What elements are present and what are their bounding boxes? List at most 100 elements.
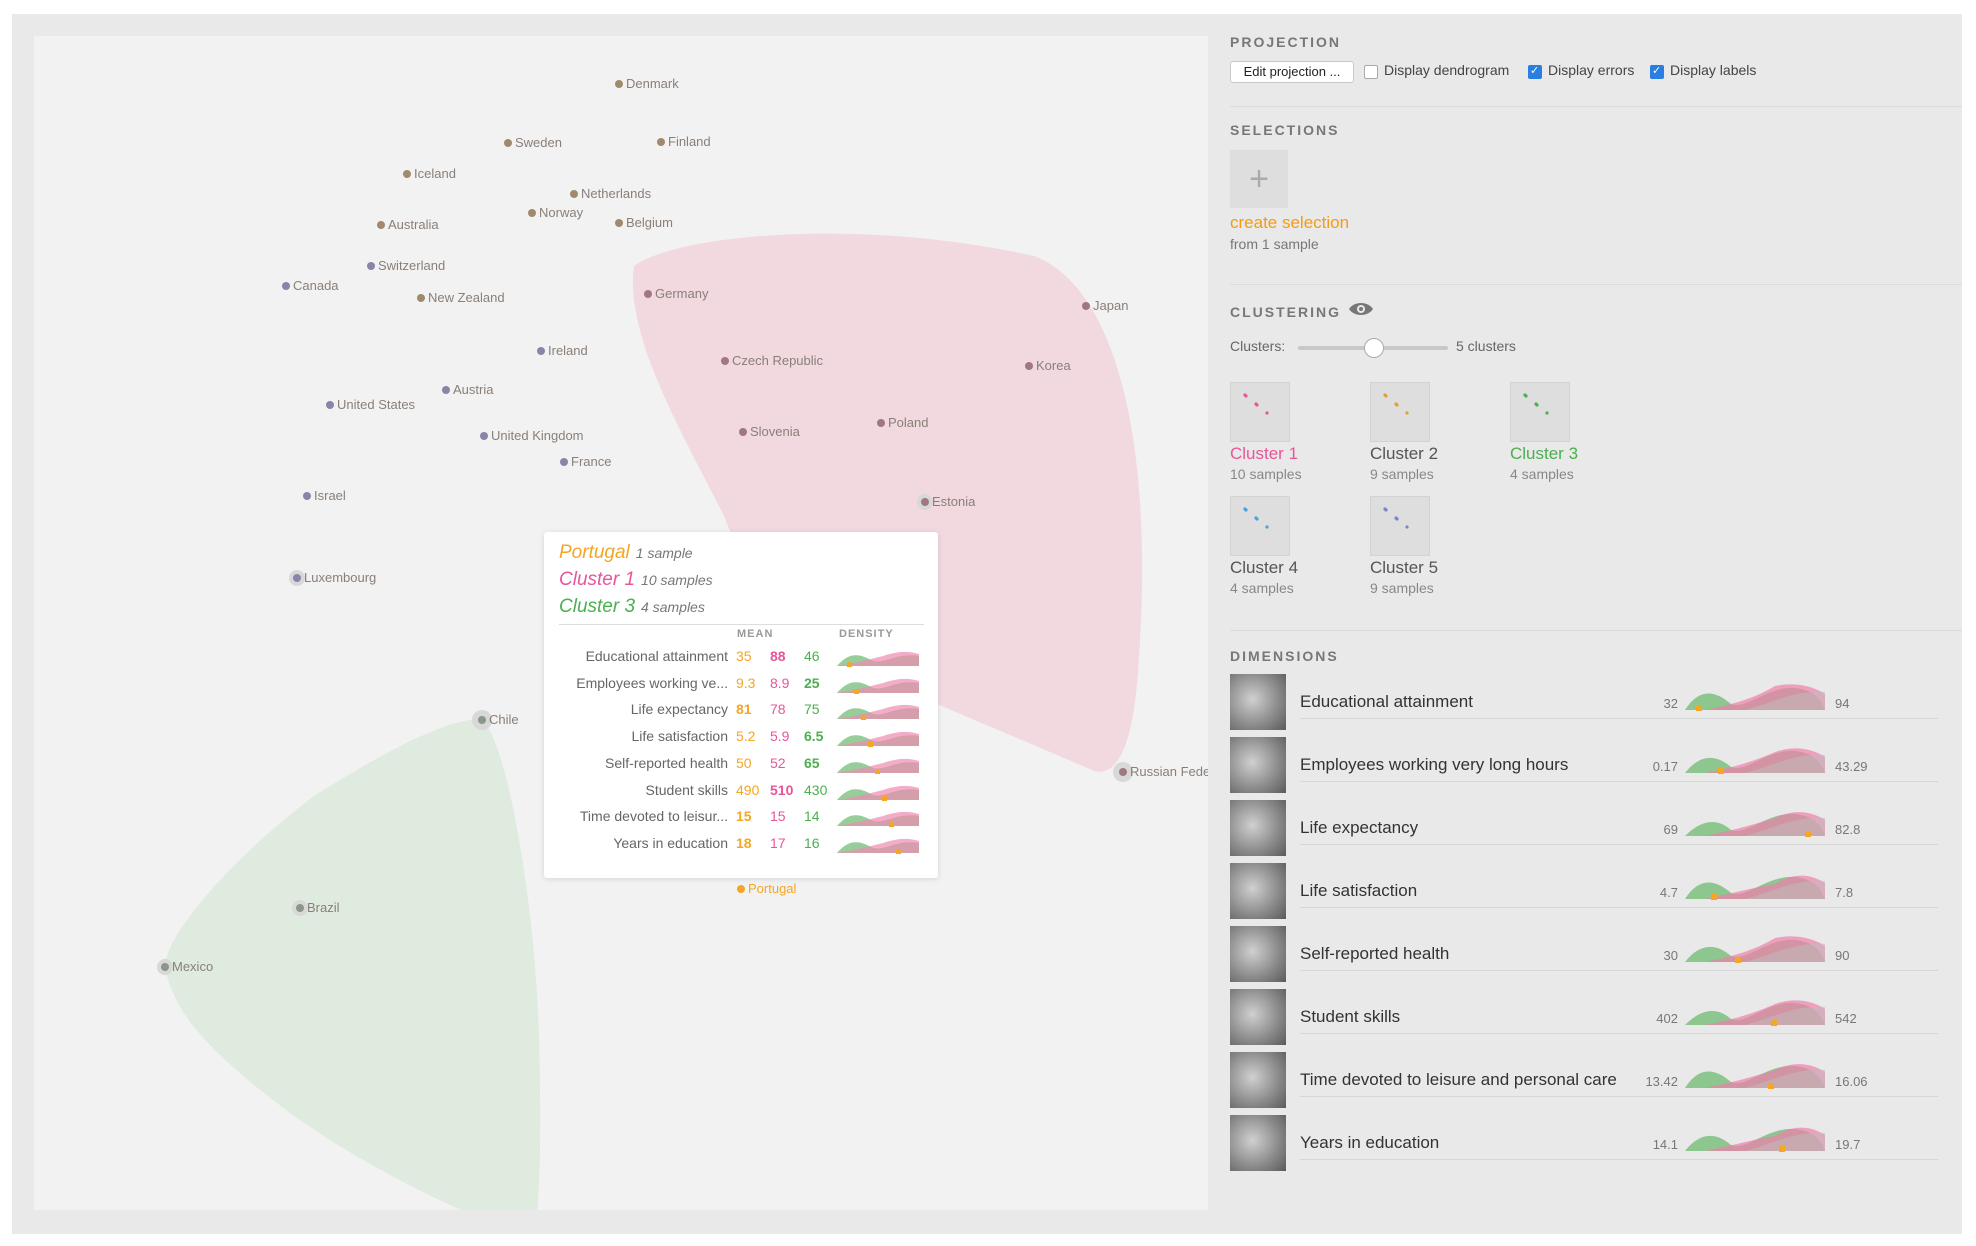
dimension-row[interactable]: Life expectancy 69 82.8 — [1230, 800, 1962, 862]
cluster-name[interactable]: Cluster 5 — [1370, 558, 1438, 578]
display-errors-checkbox[interactable] — [1528, 64, 1542, 79]
dimension-row[interactable]: Self-reported health 30 90 — [1230, 926, 1962, 988]
point-dot[interactable] — [1025, 362, 1033, 370]
map-point-estonia[interactable]: Estonia — [917, 494, 976, 510]
map-point-brazil[interactable]: Brazil — [292, 900, 340, 916]
display-errors-label[interactable]: Display errors — [1548, 62, 1634, 78]
map-point-portugal[interactable]: Portugal — [737, 881, 797, 896]
point-dot[interactable] — [417, 294, 425, 302]
map-point-austria[interactable]: Austria — [442, 382, 494, 397]
point-dot[interactable] — [1119, 768, 1127, 776]
point-dot[interactable] — [644, 290, 652, 298]
point-dot[interactable] — [478, 716, 486, 724]
edit-projection-button[interactable]: Edit projection ... — [1230, 61, 1354, 83]
point-dot[interactable] — [615, 219, 623, 227]
clusters-slider-handle[interactable] — [1364, 338, 1384, 358]
dimension-row[interactable]: Years in education 14.1 19.7 — [1230, 1115, 1962, 1177]
cluster-thumbnail[interactable] — [1510, 382, 1570, 442]
map-point-chile[interactable]: Chile — [472, 710, 519, 730]
display-dendrogram-checkbox[interactable] — [1364, 65, 1378, 79]
dimension-heatmap-thumbnail[interactable] — [1230, 926, 1286, 982]
point-dot[interactable] — [921, 498, 929, 506]
map-point-luxembourg[interactable]: Luxembourg — [289, 570, 376, 586]
point-dot[interactable] — [537, 347, 545, 355]
dimension-name[interactable]: Educational attainment — [1300, 692, 1473, 712]
point-dot[interactable] — [293, 574, 301, 582]
point-dot[interactable] — [739, 428, 747, 436]
map-point-ireland[interactable]: Ireland — [537, 343, 588, 358]
map-point-czech-republic[interactable]: Czech Republic — [721, 353, 824, 368]
cluster-name[interactable]: Cluster 4 — [1230, 558, 1298, 578]
dimension-heatmap-thumbnail[interactable] — [1230, 1115, 1286, 1171]
map-point-united-states[interactable]: United States — [326, 397, 416, 412]
dimension-name[interactable]: Life satisfaction — [1300, 881, 1417, 901]
point-dot[interactable] — [721, 357, 729, 365]
map-point-belgium[interactable]: Belgium — [615, 215, 673, 230]
point-dot[interactable] — [442, 386, 450, 394]
point-dot[interactable] — [737, 885, 745, 893]
cluster-name[interactable]: Cluster 1 — [1230, 444, 1298, 464]
dimension-name[interactable]: Life expectancy — [1300, 818, 1418, 838]
map-point-canada[interactable]: Canada — [282, 278, 339, 293]
eye-icon[interactable] — [1348, 300, 1374, 323]
dimension-name[interactable]: Years in education — [1300, 1133, 1439, 1153]
point-dot[interactable] — [377, 221, 385, 229]
point-dot[interactable] — [504, 139, 512, 147]
dimension-name[interactable]: Self-reported health — [1300, 944, 1449, 964]
point-dot[interactable] — [560, 458, 568, 466]
display-dendrogram-label[interactable]: Display dendrogram — [1384, 62, 1509, 78]
dimension-name[interactable]: Student skills — [1300, 1007, 1400, 1027]
point-dot[interactable] — [303, 492, 311, 500]
point-dot[interactable] — [657, 138, 665, 146]
point-dot[interactable] — [1082, 302, 1090, 310]
point-dot[interactable] — [570, 190, 578, 198]
dimension-name[interactable]: Employees working very long hours — [1300, 755, 1568, 775]
dimension-heatmap-thumbnail[interactable] — [1230, 674, 1286, 730]
map-point-sweden[interactable]: Sweden — [504, 135, 562, 150]
map-point-new-zealand[interactable]: New Zealand — [417, 290, 505, 305]
cluster-thumbnail[interactable] — [1230, 496, 1290, 556]
point-dot[interactable] — [528, 209, 536, 217]
point-dot[interactable] — [877, 419, 885, 427]
map-point-denmark[interactable]: Denmark — [615, 76, 679, 91]
map-point-netherlands[interactable]: Netherlands — [570, 186, 652, 201]
point-dot[interactable] — [161, 963, 169, 971]
point-dot[interactable] — [282, 282, 290, 290]
map-point-france[interactable]: France — [560, 454, 611, 469]
map-point-united-kingdom[interactable]: United Kingdom — [480, 428, 584, 443]
dimension-name[interactable]: Time devoted to leisure and personal car… — [1300, 1070, 1617, 1090]
dimension-heatmap-thumbnail[interactable] — [1230, 1052, 1286, 1108]
dimension-heatmap-thumbnail[interactable] — [1230, 737, 1286, 793]
point-dot[interactable] — [615, 80, 623, 88]
display-labels-checkbox[interactable] — [1650, 64, 1664, 79]
add-selection-button[interactable]: + — [1230, 150, 1288, 208]
dimension-row[interactable]: Life satisfaction 4.7 7.8 — [1230, 863, 1962, 925]
dimension-heatmap-thumbnail[interactable] — [1230, 989, 1286, 1045]
map-point-norway[interactable]: Norway — [528, 205, 584, 220]
cluster-name[interactable]: Cluster 3 — [1510, 444, 1578, 464]
map-point-finland[interactable]: Finland — [657, 134, 711, 149]
dimension-row[interactable]: Employees working very long hours 0.17 43.… — [1230, 737, 1962, 799]
dimension-row[interactable]: Educational attainment 32 94 — [1230, 674, 1962, 736]
map-point-mexico[interactable]: Mexico — [157, 959, 213, 975]
point-dot[interactable] — [403, 170, 411, 178]
dimension-row[interactable]: Time devoted to leisure and personal car… — [1230, 1052, 1962, 1114]
point-dot[interactable] — [480, 432, 488, 440]
create-selection-link[interactable]: create selection — [1230, 213, 1349, 233]
map-point-switzerland[interactable]: Switzerland — [367, 258, 445, 273]
map-point-iceland[interactable]: Iceland — [403, 166, 456, 181]
display-labels-label[interactable]: Display labels — [1670, 62, 1756, 78]
cluster-thumbnail[interactable] — [1230, 382, 1290, 442]
dimension-heatmap-thumbnail[interactable] — [1230, 800, 1286, 856]
cluster-thumbnail[interactable] — [1370, 496, 1430, 556]
point-dot[interactable] — [326, 401, 334, 409]
cluster-name[interactable]: Cluster 2 — [1370, 444, 1438, 464]
point-dot[interactable] — [367, 262, 375, 270]
projection-map[interactable]: Denmark Sweden Finland Iceland Netherlands No… — [34, 36, 1208, 1210]
dimension-heatmap-thumbnail[interactable] — [1230, 863, 1286, 919]
map-point-russian-federation[interactable]: Russian Federation — [1113, 762, 1208, 782]
cluster-thumbnail[interactable] — [1370, 382, 1430, 442]
point-dot[interactable] — [296, 904, 304, 912]
map-point-australia[interactable]: Australia — [377, 217, 439, 232]
dimension-row[interactable]: Student skills 402 542 — [1230, 989, 1962, 1051]
